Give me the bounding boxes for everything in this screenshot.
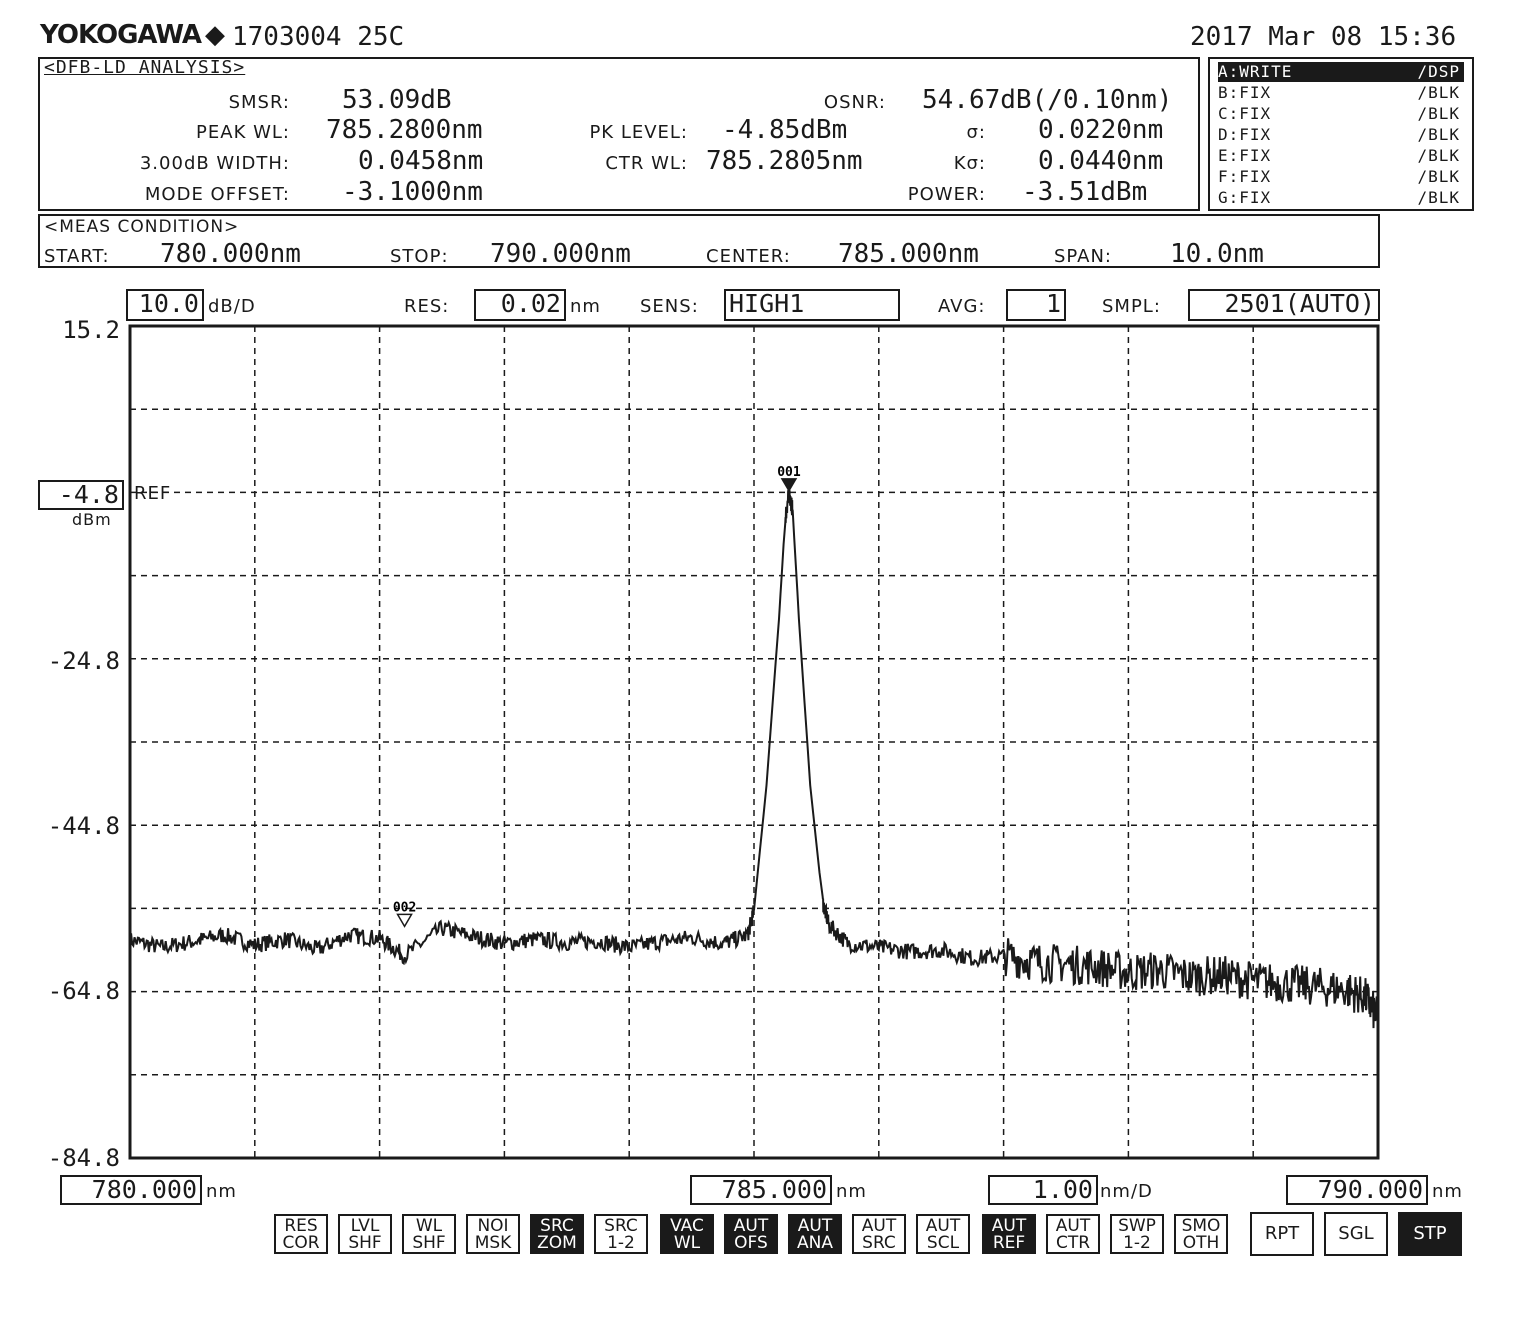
marker-002-icon	[396, 913, 413, 928]
div-field[interactable]: 1.00	[988, 1175, 1098, 1205]
marker-001-icon	[780, 478, 798, 493]
stop-wl-field[interactable]: 790.000	[1286, 1175, 1428, 1205]
softkey-res-cor[interactable]: RES COR	[274, 1214, 328, 1254]
marker-label: 001	[777, 465, 801, 480]
marker-label: 002	[393, 900, 416, 915]
start-wl-field[interactable]: 780.000	[60, 1175, 202, 1205]
grid	[130, 326, 1378, 1158]
softkey-swp-1-2[interactable]: SWP 1-2	[1110, 1214, 1164, 1254]
softkey-aut-ctr[interactable]: AUT CTR	[1046, 1214, 1100, 1254]
single-sweep-button[interactable]: SGL	[1324, 1212, 1388, 1256]
softkey-aut-scl[interactable]: AUT SCL	[916, 1214, 970, 1254]
softkey-aut-src[interactable]: AUT SRC	[852, 1214, 906, 1254]
center-wl-unit: nm	[836, 1181, 867, 1202]
center-wl-field[interactable]: 785.000	[690, 1175, 832, 1205]
softkey-aut-ana[interactable]: AUT ANA	[788, 1214, 842, 1254]
softkey-vac-wl[interactable]: VAC WL	[660, 1214, 714, 1254]
div-unit: nm/D	[1100, 1181, 1153, 1202]
start-wl-unit: nm	[206, 1181, 237, 1202]
softkey-noi-msk[interactable]: NOI MSK	[466, 1214, 520, 1254]
softkey-aut-ofs[interactable]: AUT OFS	[724, 1214, 778, 1254]
markers: 001 002	[393, 465, 801, 928]
spectrum-chart: 001 002	[128, 324, 1380, 1160]
softkey-src-1-2[interactable]: SRC 1-2	[594, 1214, 648, 1254]
softkey-src-zom[interactable]: SRC ZOM	[530, 1214, 584, 1254]
softkey-aut-ref[interactable]: AUT REF	[982, 1214, 1036, 1254]
stop-wl-unit: nm	[1432, 1181, 1463, 1202]
repeat-sweep-button[interactable]: RPT	[1250, 1212, 1314, 1256]
softkey-smo-oth[interactable]: SMO OTH	[1174, 1214, 1228, 1254]
softkey-wl-shf[interactable]: WL SHF	[402, 1214, 456, 1254]
stop-sweep-button[interactable]: STP	[1398, 1212, 1462, 1256]
softkey-lvl-shf[interactable]: LVL SHF	[338, 1214, 392, 1254]
